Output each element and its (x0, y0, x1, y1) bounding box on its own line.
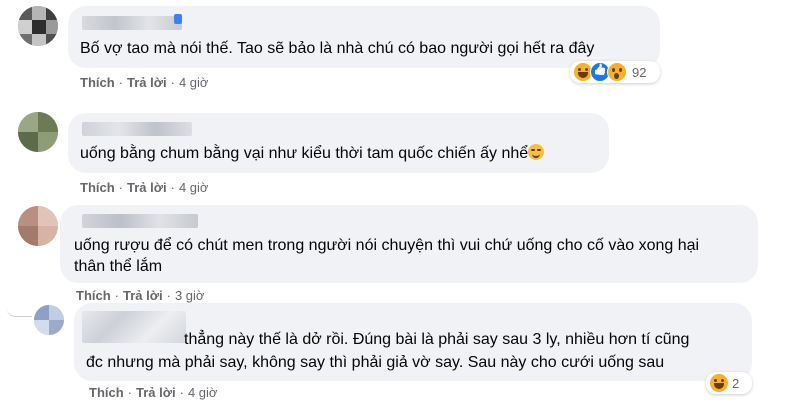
avatar[interactable] (18, 6, 58, 46)
comment-actions: Thích · Trả lời · 4 giờ (80, 75, 209, 90)
reply-link[interactable]: Trả lời (127, 180, 167, 195)
reaction-count: 2 (732, 375, 740, 391)
comment-text-line-2: thân thể lắm (74, 258, 163, 275)
reaction-summary[interactable]: 92 (570, 61, 660, 83)
reply-bubble: thẳng này thế là dở rồi. Đúng bài là phả… (74, 303, 752, 381)
haha-icon (709, 373, 729, 393)
reply-link[interactable]: Trả lời (123, 288, 163, 303)
comment-actions: Thích · Trả lời · 3 giờ (76, 288, 205, 303)
like-link[interactable]: Thích (76, 288, 111, 303)
reply-thread-line (6, 300, 32, 317)
wow-icon (607, 62, 627, 82)
avatar[interactable] (18, 112, 58, 152)
comment-text-line: uống bằng chum bằng vại như kiểu thời ta… (80, 145, 529, 162)
timestamp[interactable]: 4 giờ (179, 75, 209, 90)
like-link[interactable]: Thích (80, 180, 115, 195)
comment-bubble: uống rượu để có chút men trong người nói… (60, 205, 758, 283)
author-name-blurred[interactable] (82, 214, 198, 228)
author-name-blurred[interactable] (82, 122, 192, 136)
comment-actions: Thích · Trả lời · 4 giờ (89, 385, 218, 400)
comment-text: Bố vợ tao mà nói thế. Tao sẽ bảo là nhà … (80, 40, 595, 57)
comment-text-line-1: thẳng này thế là dở rồi. Đúng bài là phả… (184, 331, 690, 348)
comment-bubble: uống bằng chum bằng vại như kiểu thời ta… (68, 113, 609, 173)
reaction-summary[interactable]: 2 (706, 372, 752, 394)
avatar[interactable] (18, 206, 58, 246)
avatar[interactable] (34, 305, 64, 335)
comment-text: uống bằng chum bằng vại như kiểu thời ta… (80, 141, 545, 166)
timestamp[interactable]: 4 giờ (179, 180, 209, 195)
author-name-blurred[interactable] (82, 311, 186, 343)
author-name-blurred[interactable] (82, 16, 182, 30)
timestamp[interactable]: 3 giờ (175, 288, 205, 303)
like-link[interactable]: Thích (89, 385, 124, 400)
comment-text-line-2: đc nhưng mà phải say, không say thì phải… (86, 354, 665, 371)
timestamp[interactable]: 4 giờ (188, 385, 218, 400)
comment-text-line-1: uống rượu để có chút men trong người nói… (74, 237, 700, 254)
like-link[interactable]: Thích (80, 75, 115, 90)
comment-actions: Thích · Trả lời · 4 giờ (80, 180, 209, 195)
reply-link[interactable]: Trả lời (136, 385, 176, 400)
reaction-count: 92 (632, 64, 647, 80)
grin-emoji-icon (528, 144, 545, 160)
comment-bubble: Bố vợ tao mà nói thế. Tao sẽ bảo là nhà … (68, 6, 660, 68)
reply-link[interactable]: Trả lời (127, 75, 167, 90)
verified-badge-icon (174, 14, 182, 24)
